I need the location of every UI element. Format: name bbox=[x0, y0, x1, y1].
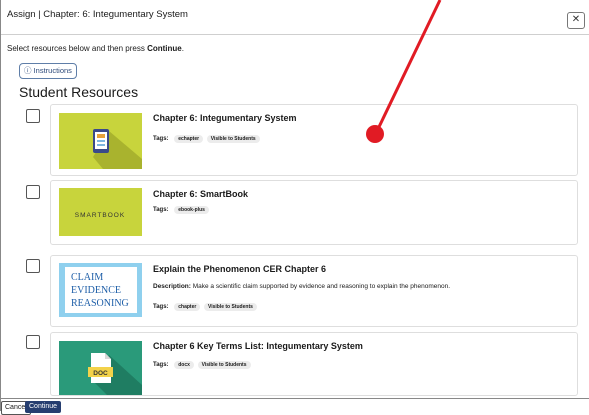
annotation-overlay bbox=[366, 0, 442, 143]
annotation-dot bbox=[366, 125, 384, 143]
annotation-pointer-line bbox=[376, 0, 442, 130]
